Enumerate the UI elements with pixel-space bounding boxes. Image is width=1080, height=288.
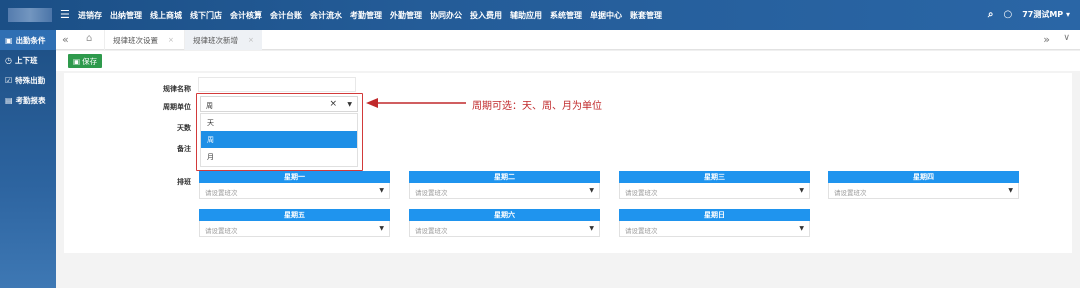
chevron-down-icon[interactable]: ∨ — [1063, 33, 1070, 43]
cycle-unit-label: 周期单位 — [163, 103, 191, 111]
sidebar: ▣ 出勤条件 ◷ 上下班 ☑ 特殊出勤 ▤ 考勤报表 — [0, 30, 56, 288]
annotation-text: 周期可选：天、周、月为单位 — [472, 101, 602, 112]
chevron-down-icon: ▾ — [1065, 10, 1070, 19]
days-label: 天数 — [177, 124, 191, 132]
shift-select[interactable]: 请设置班次 ▼ — [199, 221, 390, 237]
tab-label: 规律班次设置 — [113, 35, 158, 45]
shift-placeholder: 请设置班次 — [625, 227, 658, 235]
shift-select[interactable]: 请设置班次 ▼ — [409, 221, 600, 237]
menu-item-field-work[interactable]: 外勤管理 — [390, 10, 422, 21]
top-right-actions: ⌕ ○ 77测试MP ▾ — [988, 9, 1070, 20]
shift-select[interactable]: 请设置班次 ▼ — [828, 183, 1019, 199]
shift-select[interactable]: 请设置班次 ▼ — [409, 183, 600, 199]
annotation-arrow-icon — [366, 98, 466, 108]
menu-item-documents[interactable]: 单据中心 — [590, 10, 622, 21]
menu-item-offline-store[interactable]: 线下门店 — [190, 10, 222, 21]
menu-item-journal[interactable]: 会计流水 — [310, 10, 342, 21]
caret-down-icon: ▼ — [379, 225, 384, 232]
user-name: 77测试MP — [1022, 10, 1064, 19]
save-button[interactable]: ▣ 保存 — [68, 54, 103, 68]
save-icon: ▣ — [73, 56, 81, 66]
save-label: 保存 — [82, 56, 98, 66]
tab-label: 规律班次新增 — [193, 35, 238, 45]
sidebar-item-label: 特殊出勤 — [15, 75, 46, 85]
double-chevron-left-icon[interactable]: « — [62, 33, 69, 46]
tab-regular-shift-settings[interactable]: 规律班次设置 × — [104, 30, 182, 50]
schedule-day-tuesday: 星期二 请设置班次 ▼ — [409, 171, 600, 201]
sidebar-item-special-attendance[interactable]: ☑ 特殊出勤 — [0, 70, 56, 90]
check-icon: ☑ — [5, 75, 13, 85]
close-icon[interactable]: × — [248, 36, 254, 44]
top-navigation-bar: ☰ 进销存 出纳管理 线上商城 线下门店 会计核算 会计台账 会计流水 考勤管理… — [0, 0, 1080, 30]
tab-regular-shift-add[interactable]: 规律班次新增 × — [184, 30, 262, 50]
schedule-day-saturday: 星期六 请设置班次 ▼ — [409, 209, 600, 239]
close-icon[interactable]: × — [168, 36, 174, 44]
home-icon[interactable]: ⌂ — [86, 33, 92, 44]
day-header: 星期二 — [409, 171, 600, 183]
user-menu[interactable]: 77测试MP ▾ — [1022, 9, 1070, 20]
shift-placeholder: 请设置班次 — [834, 189, 867, 197]
schedule-day-friday: 星期五 请设置班次 ▼ — [199, 209, 390, 239]
rule-name-label: 规律名称 — [163, 85, 191, 93]
shift-placeholder: 请设置班次 — [415, 227, 448, 235]
day-header: 星期三 — [619, 171, 810, 183]
caret-down-icon: ▼ — [589, 225, 594, 232]
shift-select[interactable]: 请设置班次 ▼ — [199, 183, 390, 199]
tab-bar: « ⌂ 规律班次设置 × 规律班次新增 × » ∨ — [56, 30, 1080, 50]
shift-select[interactable]: 请设置班次 ▼ — [619, 183, 810, 199]
day-header: 星期四 — [828, 171, 1019, 183]
clock-icon: ◷ — [5, 55, 12, 65]
sidebar-item-attendance-report[interactable]: ▤ 考勤报表 — [0, 90, 56, 110]
menu-item-ledger[interactable]: 会计台账 — [270, 10, 302, 21]
sidebar-item-label: 考勤报表 — [15, 95, 46, 105]
toolbar: ▣ 保存 — [56, 51, 1080, 71]
schedule-label: 排班 — [177, 178, 191, 186]
caret-down-icon: ▼ — [799, 225, 804, 232]
caret-down-icon: ▼ — [379, 187, 384, 194]
caret-down-icon: ▼ — [589, 187, 594, 194]
bell-icon[interactable]: ○ — [1003, 9, 1012, 20]
menu-item-system[interactable]: 系统管理 — [550, 10, 582, 21]
day-header: 星期日 — [619, 209, 810, 221]
rule-name-input[interactable] — [198, 77, 356, 92]
menu-item-expenses[interactable]: 投入费用 — [470, 10, 502, 21]
double-chevron-right-icon[interactable]: » — [1043, 33, 1050, 46]
schedule-day-sunday: 星期日 请设置班次 ▼ — [619, 209, 810, 239]
caret-down-icon: ▼ — [799, 187, 804, 194]
schedule-day-thursday: 星期四 请设置班次 ▼ — [828, 171, 1019, 201]
annotation-highlight-box — [196, 93, 363, 171]
menu-item-accounting[interactable]: 会计核算 — [230, 10, 262, 21]
main-menu: 进销存 出纳管理 线上商城 线下门店 会计核算 会计台账 会计流水 考勤管理 外… — [78, 10, 662, 21]
shift-placeholder: 请设置班次 — [625, 189, 658, 197]
shift-placeholder: 请设置班次 — [205, 189, 238, 197]
day-header: 星期一 — [199, 171, 390, 183]
schedule-day-wednesday: 星期三 请设置班次 ▼ — [619, 171, 810, 201]
schedule-day-monday: 星期一 请设置班次 ▼ — [199, 171, 390, 201]
search-icon[interactable]: ⌕ — [988, 9, 994, 20]
sidebar-item-attendance-conditions[interactable]: ▣ 出勤条件 — [0, 30, 56, 50]
shift-placeholder: 请设置班次 — [415, 189, 448, 197]
menu-item-jinxiaocun[interactable]: 进销存 — [78, 10, 102, 21]
company-logo — [8, 8, 52, 22]
menu-item-online-mall[interactable]: 线上商城 — [150, 10, 182, 21]
menu-item-auxiliary[interactable]: 辅助应用 — [510, 10, 542, 21]
report-icon: ▤ — [5, 95, 13, 105]
day-header: 星期六 — [409, 209, 600, 221]
sidebar-item-shifts[interactable]: ◷ 上下班 — [0, 50, 56, 70]
sidebar-item-label: 上下班 — [14, 55, 38, 65]
note-label: 备注 — [177, 145, 191, 153]
calendar-icon: ▣ — [5, 35, 13, 45]
sidebar-item-label: 出勤条件 — [15, 35, 46, 45]
shift-select[interactable]: 请设置班次 ▼ — [619, 221, 810, 237]
shift-placeholder: 请设置班次 — [205, 227, 238, 235]
menu-toggle-icon[interactable]: ☰ — [60, 9, 70, 20]
menu-item-attendance[interactable]: 考勤管理 — [350, 10, 382, 21]
caret-down-icon: ▼ — [1008, 187, 1013, 194]
menu-item-collaboration[interactable]: 协同办公 — [430, 10, 462, 21]
menu-item-cashier[interactable]: 出纳管理 — [110, 10, 142, 21]
menu-item-account-sets[interactable]: 账套管理 — [630, 10, 662, 21]
day-header: 星期五 — [199, 209, 390, 221]
